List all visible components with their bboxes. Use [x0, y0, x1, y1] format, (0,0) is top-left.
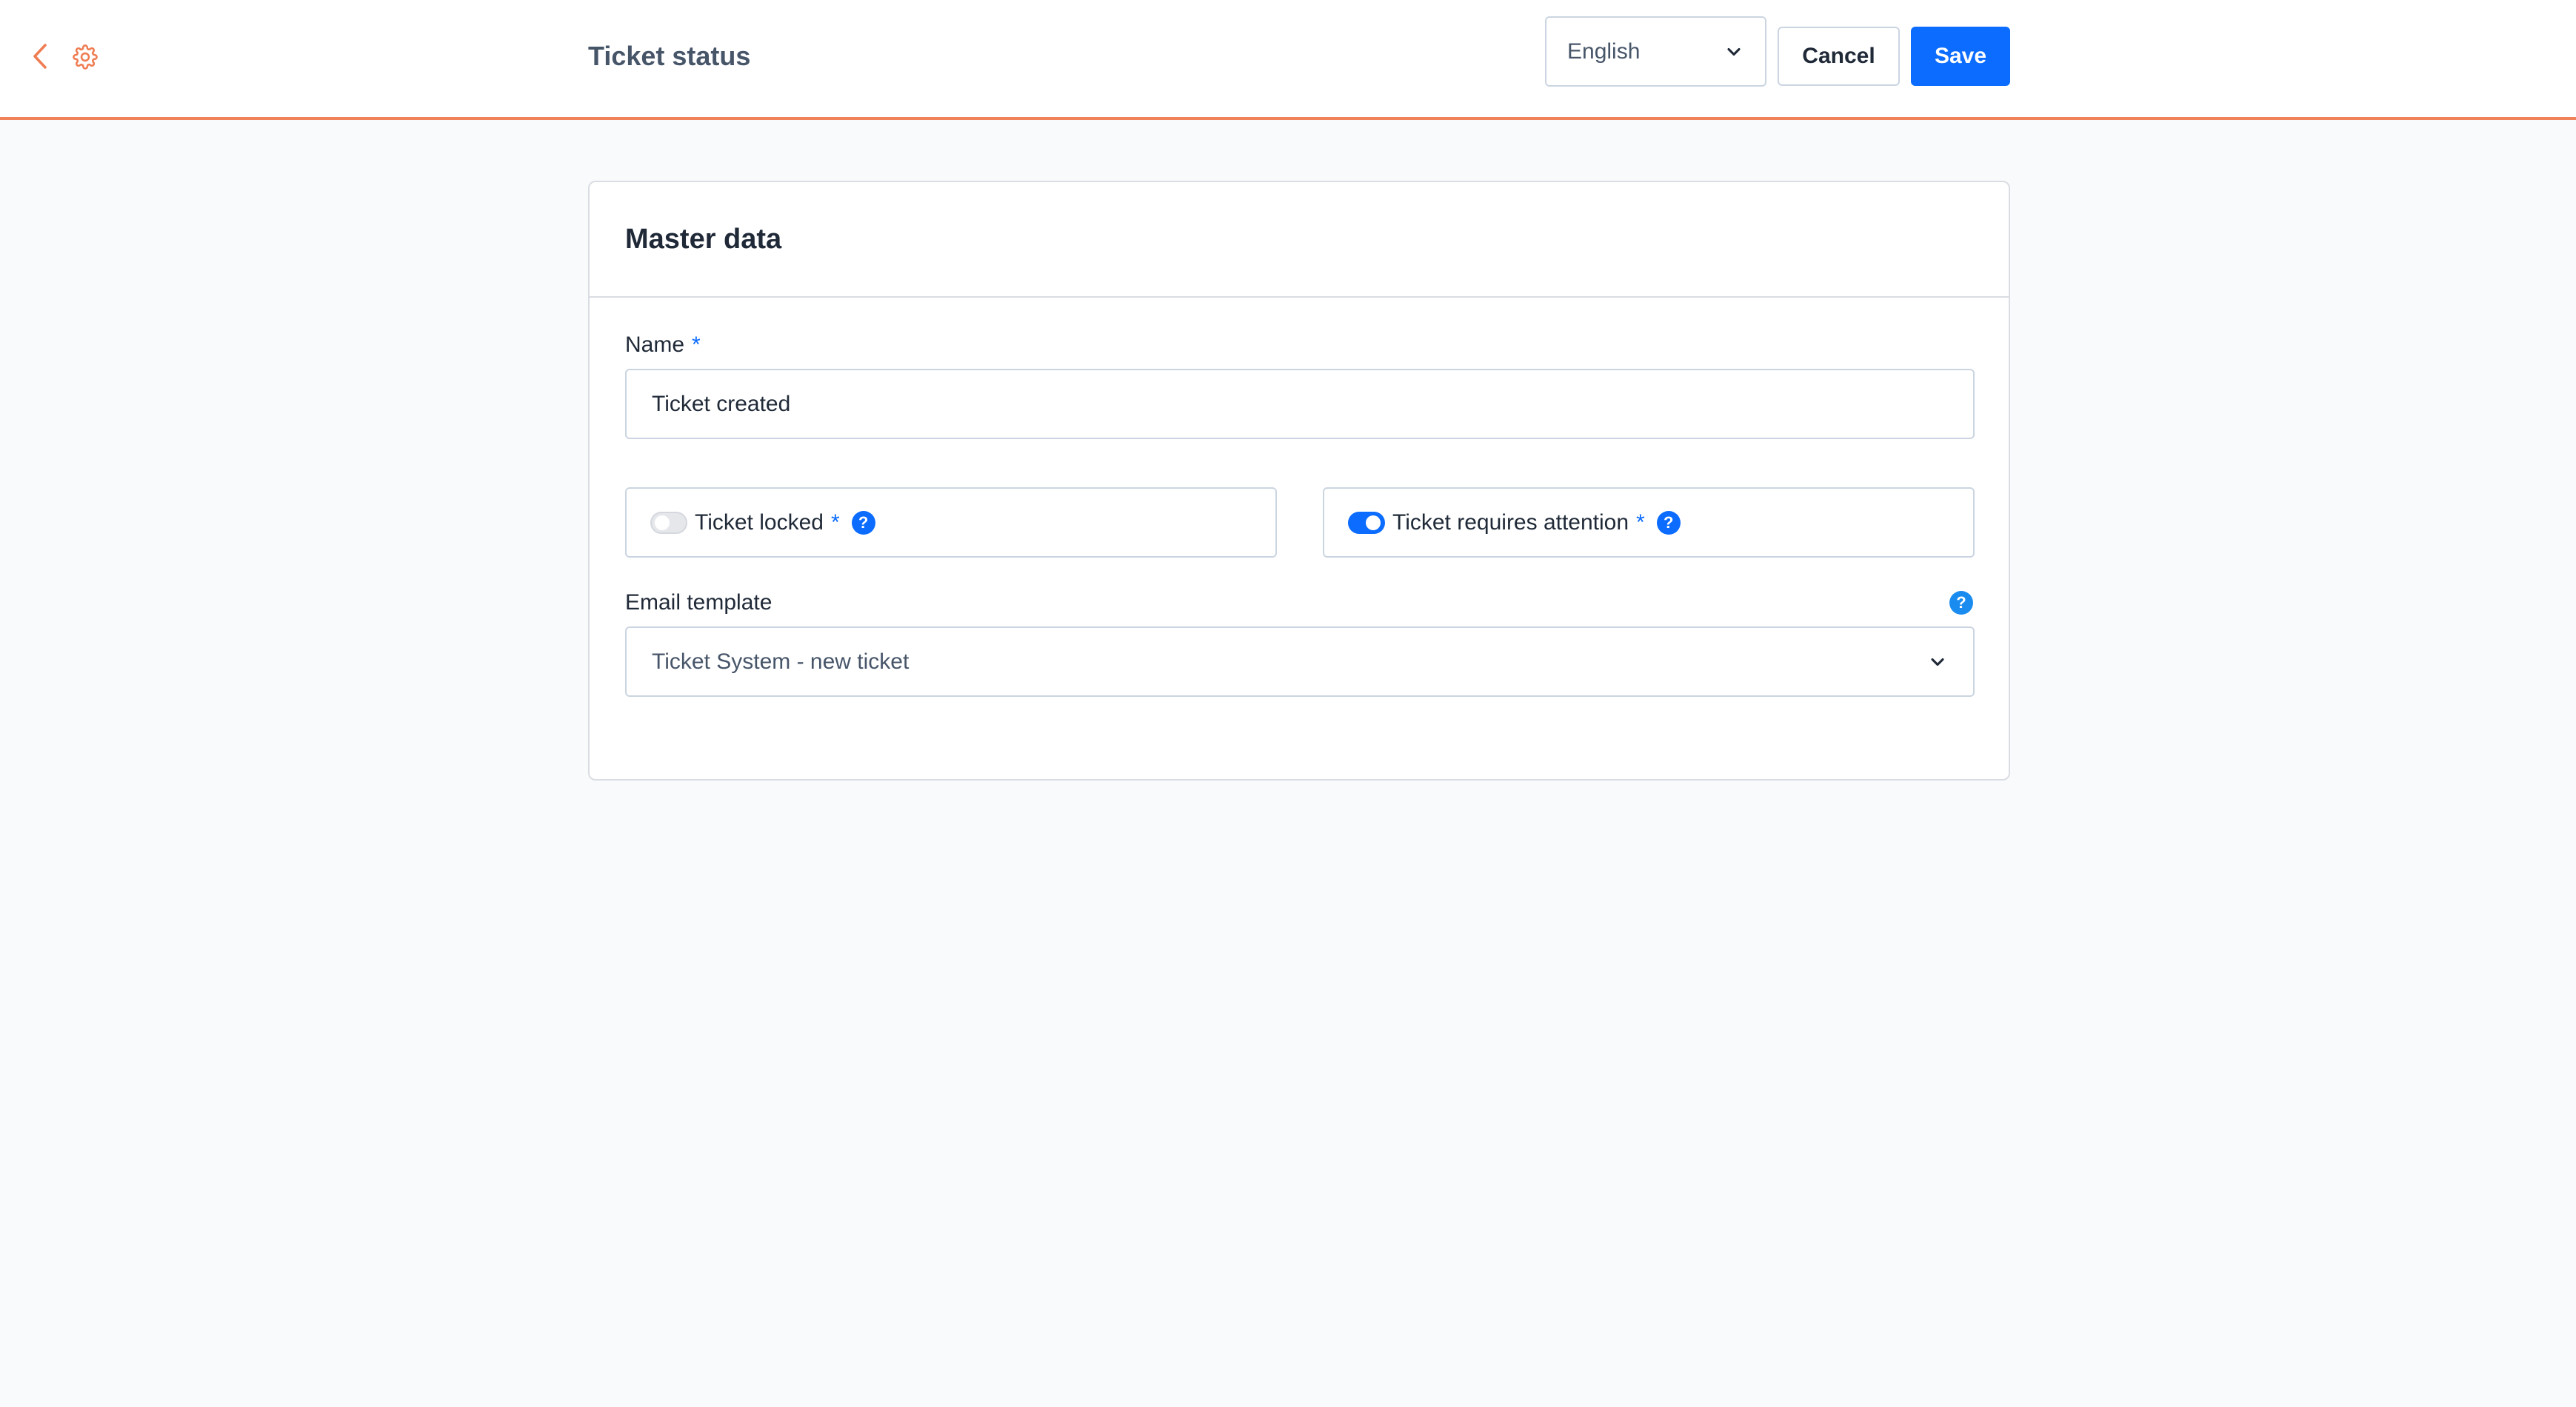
chevron-left-icon [33, 44, 47, 69]
required-marker: * [830, 509, 840, 535]
top-bar: Ticket status English Cancel Save [0, 0, 2576, 120]
language-select-value: English [1567, 39, 1641, 64]
help-icon[interactable]: ? [1656, 510, 1681, 535]
card-title: Master data [625, 223, 782, 255]
master-data-card: Master data Name * Ticket created Ticket … [588, 181, 2010, 781]
settings-button[interactable] [68, 40, 102, 74]
email-template-label: Email template [625, 590, 773, 615]
back-button[interactable] [27, 40, 53, 73]
email-template-value: Ticket System - new ticket [652, 649, 910, 674]
help-icon[interactable]: ? [851, 510, 875, 535]
chevron-down-icon [1727, 47, 1741, 56]
save-button[interactable]: Save [1911, 27, 2010, 86]
ticket-locked-toggle[interactable] [650, 511, 687, 534]
name-label: Name * [625, 330, 701, 360]
cancel-button[interactable]: Cancel [1778, 27, 1900, 86]
ticket-locked-label: Ticket locked [695, 509, 824, 535]
email-template-select[interactable]: Ticket System - new ticket [625, 626, 1975, 697]
name-input-value: Ticket created [652, 391, 791, 416]
card-header: Master data [590, 182, 2009, 298]
ticket-requires-attention-field: Ticket requires attention * ? [1323, 487, 1975, 558]
toggle-knob [1366, 515, 1381, 530]
language-select[interactable]: English [1545, 16, 1766, 87]
page-title: Ticket status [588, 41, 751, 71]
ticket-locked-field: Ticket locked * ? [625, 487, 1277, 558]
required-marker: * [1636, 509, 1645, 535]
toggle-knob [655, 515, 670, 530]
help-icon[interactable]: ? [1949, 591, 1973, 615]
ticket-requires-attention-label: Ticket requires attention [1392, 509, 1629, 535]
gear-icon [73, 44, 98, 70]
name-label-text: Name [625, 332, 685, 357]
chevron-down-icon [1931, 658, 1944, 666]
ticket-requires-attention-toggle[interactable] [1348, 511, 1385, 534]
required-marker: * [692, 332, 701, 357]
name-input[interactable]: Ticket created [625, 369, 1975, 439]
